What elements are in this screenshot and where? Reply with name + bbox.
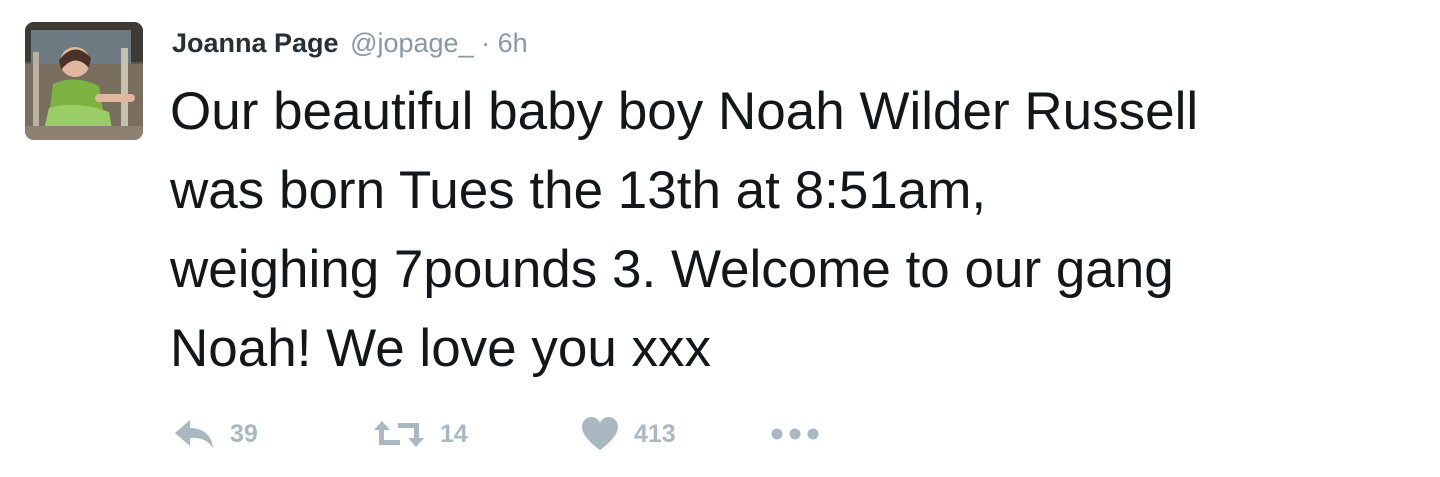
header-separator: · (481, 28, 491, 58)
more-dots-icon (771, 428, 819, 440)
tweet[interactable]: Joanna Page @jopage_ · 6h Our beautiful … (0, 0, 1440, 477)
more-button[interactable] (770, 412, 820, 456)
tweet-header: Joanna Page @jopage_ · 6h (172, 26, 528, 60)
tweet-text-line: was born Tues the 13th at 8:51am, (170, 161, 987, 220)
tweet-text-line: weighing 7pounds 3. Welcome to our gang (170, 240, 1174, 299)
tweet-text-line: Our beautiful baby boy Noah Wilder Russe… (170, 82, 1199, 141)
reply-count: 39 (230, 419, 258, 448)
reply-button[interactable]: 39 (172, 412, 258, 456)
like-count: 413 (634, 419, 676, 448)
heart-icon (582, 417, 618, 450)
timestamp[interactable]: 6h (498, 28, 528, 58)
tweet-text: Our beautiful baby boy Noah Wilder Russe… (170, 72, 1420, 388)
avatar[interactable] (25, 22, 143, 140)
avatar-photo (25, 22, 143, 140)
retweet-icon (374, 421, 424, 447)
tweet-actions: 39 14 413 (172, 412, 872, 456)
retweet-count: 14 (440, 419, 468, 448)
reply-icon (175, 420, 213, 448)
user-handle[interactable]: @jopage_ (350, 28, 474, 58)
like-button[interactable]: 413 (580, 412, 676, 456)
tweet-text-line: Noah! We love you xxx (170, 319, 712, 378)
display-name[interactable]: Joanna Page (172, 28, 339, 58)
retweet-button[interactable]: 14 (372, 412, 468, 456)
